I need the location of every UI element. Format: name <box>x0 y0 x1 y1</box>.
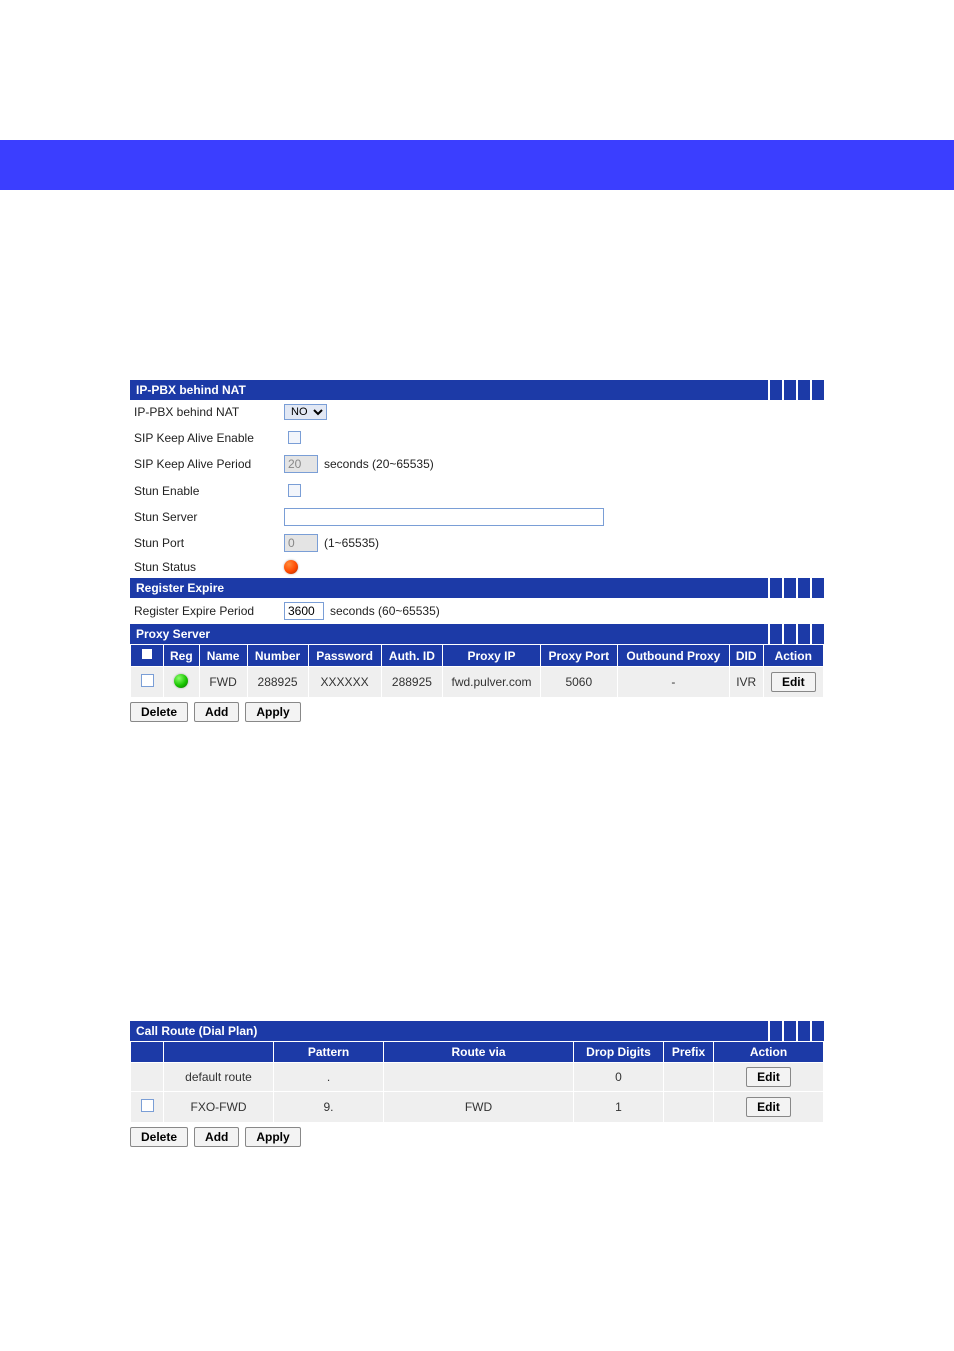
th-proxy-ip: Proxy IP <box>443 645 540 667</box>
status-dot-icon <box>284 560 298 574</box>
apply-button[interactable]: Apply <box>245 1127 300 1147</box>
cell-drop-digits: 0 <box>574 1063 664 1092</box>
label-register-period: Register Expire Period <box>134 604 284 618</box>
th-did: DID <box>729 645 763 667</box>
section-title-proxy: Proxy Server <box>136 627 210 641</box>
row-behind-nat: IP-PBX behind NAT NO <box>130 400 824 424</box>
th-reg: Reg <box>164 645 200 667</box>
hint-register-period: seconds (60~65535) <box>330 604 440 618</box>
section-header-register: Register Expire <box>130 578 824 598</box>
checkbox-keepalive-enable[interactable] <box>288 431 301 444</box>
cell-name: default route <box>164 1063 274 1092</box>
hint-stun-port: (1~65535) <box>324 536 379 550</box>
section-stripes <box>768 624 824 644</box>
row-keepalive-period: SIP Keep Alive Period seconds (20~65535) <box>130 451 824 477</box>
label-behind-nat: IP-PBX behind NAT <box>134 405 284 419</box>
section-title-register: Register Expire <box>136 581 224 595</box>
edit-button[interactable]: Edit <box>746 1067 791 1087</box>
edit-button[interactable]: Edit <box>746 1097 791 1117</box>
label-stun-enable: Stun Enable <box>134 484 284 498</box>
section-header-proxy: Proxy Server <box>130 624 824 644</box>
cell-proxy-port: 5060 <box>540 667 617 698</box>
section-stripes <box>768 380 824 400</box>
cell-pattern: . <box>274 1063 384 1092</box>
input-register-period[interactable] <box>284 602 324 620</box>
delete-button[interactable]: Delete <box>130 702 188 722</box>
dialplan-button-row: Delete Add Apply <box>130 1123 824 1151</box>
th-password: Password <box>308 645 381 667</box>
row-checkbox[interactable] <box>141 674 154 687</box>
th-check <box>131 1042 164 1063</box>
cell-proxy-ip: fwd.pulver.com <box>443 667 540 698</box>
proxy-row: FWD 288925 XXXXXX 288925 fwd.pulver.com … <box>131 667 824 698</box>
th-route-via: Route via <box>384 1042 574 1063</box>
proxy-button-row: Delete Add Apply <box>130 698 824 726</box>
cell-drop-digits: 1 <box>574 1092 664 1123</box>
cell-name: FWD <box>199 667 247 698</box>
dialplan-table: Pattern Route via Drop Digits Prefix Act… <box>130 1041 824 1123</box>
dialplan-header-row: Pattern Route via Drop Digits Prefix Act… <box>131 1042 824 1063</box>
th-name: Name <box>199 645 247 667</box>
dialplan-row: default route . 0 Edit <box>131 1063 824 1092</box>
cell-auth: 288925 <box>381 667 443 698</box>
cell-prefix <box>664 1063 714 1092</box>
cell-prefix <box>664 1092 714 1123</box>
row-register-period: Register Expire Period seconds (60~65535… <box>130 598 824 624</box>
nat-register-proxy-panel: IP-PBX behind NAT IP-PBX behind NAT NO S… <box>130 380 824 726</box>
row-stun-enable: Stun Enable <box>130 477 824 504</box>
label-stun-server: Stun Server <box>134 510 284 524</box>
th-prefix: Prefix <box>664 1042 714 1063</box>
th-outbound: Outbound Proxy <box>617 645 729 667</box>
cell-route-via <box>384 1063 574 1092</box>
reg-status-icon <box>174 674 188 688</box>
row-checkbox[interactable] <box>141 1099 154 1112</box>
section-title-dialplan: Call Route (Dial Plan) <box>136 1024 257 1038</box>
th-action: Action <box>714 1042 824 1063</box>
apply-button[interactable]: Apply <box>245 702 300 722</box>
cell-password: XXXXXX <box>308 667 381 698</box>
label-keepalive-period: SIP Keep Alive Period <box>134 457 284 471</box>
th-name <box>164 1042 274 1063</box>
cell-route-via: FWD <box>384 1092 574 1123</box>
th-drop-digits: Drop Digits <box>574 1042 664 1063</box>
add-button[interactable]: Add <box>194 1127 239 1147</box>
proxy-header-row: Reg Name Number Password Auth. ID Proxy … <box>131 645 824 667</box>
edit-button[interactable]: Edit <box>771 672 816 692</box>
row-stun-server: Stun Server <box>130 504 824 530</box>
delete-button[interactable]: Delete <box>130 1127 188 1147</box>
top-blue-bar <box>0 140 954 190</box>
th-proxy-port: Proxy Port <box>540 645 617 667</box>
cell-pattern: 9. <box>274 1092 384 1123</box>
proxy-table: Reg Name Number Password Auth. ID Proxy … <box>130 644 824 698</box>
cell-outbound: - <box>617 667 729 698</box>
section-header-dialplan: Call Route (Dial Plan) <box>130 1021 824 1041</box>
cell-number: 288925 <box>247 667 308 698</box>
cell-name: FXO-FWD <box>164 1092 274 1123</box>
section-stripes <box>768 578 824 598</box>
th-number: Number <box>247 645 308 667</box>
row-keepalive-enable: SIP Keep Alive Enable <box>130 424 824 451</box>
th-pattern: Pattern <box>274 1042 384 1063</box>
dialplan-row: FXO-FWD 9. FWD 1 Edit <box>131 1092 824 1123</box>
row-stun-status: Stun Status <box>130 556 824 578</box>
checkbox-header-icon[interactable] <box>141 648 153 660</box>
th-action: Action <box>763 645 823 667</box>
input-stun-port[interactable] <box>284 534 318 552</box>
label-stun-status: Stun Status <box>134 560 284 574</box>
label-keepalive-enable: SIP Keep Alive Enable <box>134 431 284 445</box>
checkbox-stun-enable[interactable] <box>288 484 301 497</box>
input-keepalive-period[interactable] <box>284 455 318 473</box>
hint-keepalive-period: seconds (20~65535) <box>324 457 434 471</box>
section-header-nat: IP-PBX behind NAT <box>130 380 824 400</box>
dialplan-panel: Call Route (Dial Plan) Pattern Route via… <box>130 1021 824 1151</box>
section-stripes <box>768 1021 824 1041</box>
section-title-nat: IP-PBX behind NAT <box>136 383 246 397</box>
cell-did: IVR <box>729 667 763 698</box>
select-behind-nat[interactable]: NO <box>284 404 327 420</box>
add-button[interactable]: Add <box>194 702 239 722</box>
input-stun-server[interactable] <box>284 508 604 526</box>
th-auth: Auth. ID <box>381 645 443 667</box>
row-stun-port: Stun Port (1~65535) <box>130 530 824 556</box>
label-stun-port: Stun Port <box>134 536 284 550</box>
